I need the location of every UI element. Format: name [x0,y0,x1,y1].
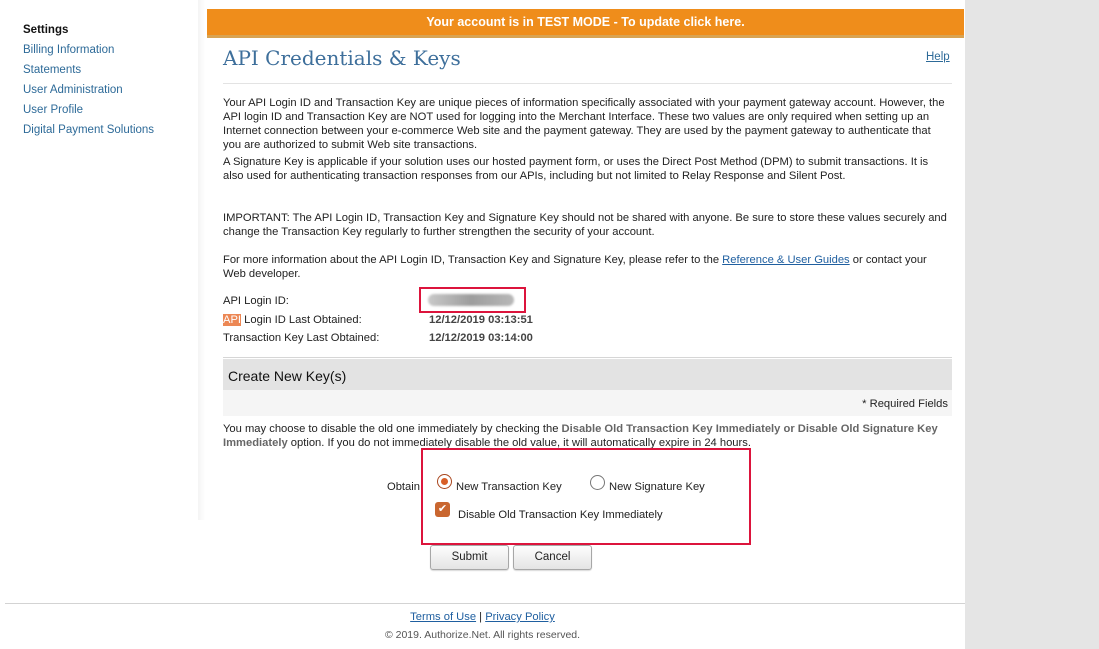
copyright: © 2019. Authorize.Net. All rights reserv… [384,629,581,641]
sidebar-title: Settings [23,24,69,36]
disable-info-pre: You may choose to disable the old one im… [223,423,562,435]
annotation-box-login-id [419,287,526,313]
footer-separator: | [479,611,483,623]
api-login-id-label: API Login ID: [223,295,289,307]
required-fields-band: * Required Fields [223,390,952,416]
footer-divider [5,603,965,604]
login-id-last-obtained-label: API Login ID Last Obtained: [223,314,362,326]
sidebar-item-user-profile[interactable]: User Profile [23,104,83,116]
cancel-button[interactable]: Cancel [513,545,592,570]
sidebar-divider [198,0,205,520]
section-divider [223,357,952,358]
page-container: Settings Billing Information Statements … [0,0,965,649]
sidebar-item-billing-information[interactable]: Billing Information [23,44,114,56]
footer-links: Terms of Use | Privacy Policy [0,611,965,623]
sidebar-item-statements[interactable]: Statements [23,64,81,76]
sidebar-item-user-administration[interactable]: User Administration [23,84,123,96]
title-divider [223,83,952,84]
annotation-box-options [421,448,751,545]
login-id-last-obtained-label-text: Login ID Last Obtained: [241,314,362,326]
page-title: API Credentials & Keys [223,46,461,70]
important-paragraph: IMPORTANT: The API Login ID, Transaction… [223,212,947,238]
disable-info-paragraph: You may choose to disable the old one im… [223,422,948,450]
sidebar: Settings Billing Information Statements … [0,0,200,520]
submit-button[interactable]: Submit [430,545,509,570]
sidebar-item-digital-payment-solutions[interactable]: Digital Payment Solutions [23,124,154,136]
signature-key-paragraph: A Signature Key is applicable if your so… [223,156,929,182]
create-new-keys-heading: Create New Key(s) [223,359,952,390]
login-id-last-obtained-value: 12/12/2019 03:13:51 [429,314,533,326]
help-link[interactable]: Help [926,51,950,63]
terms-of-use-link[interactable]: Terms of Use [410,611,476,623]
intro-paragraph: Your API Login ID and Transaction Key ar… [223,97,945,151]
reference-guides-link[interactable]: Reference & User Guides [722,254,849,266]
more-info-paragraph: For more information about the API Login… [223,253,948,281]
more-info-text-pre: For more information about the API Login… [223,254,723,266]
transaction-key-last-obtained-label: Transaction Key Last Obtained: [223,332,380,344]
transaction-key-last-obtained-value: 12/12/2019 03:14:00 [429,332,533,344]
required-fields-note: * Required Fields [862,398,948,410]
test-mode-banner[interactable]: Your account is in TEST MODE - To update… [207,9,964,38]
privacy-policy-link[interactable]: Privacy Policy [485,611,555,623]
selected-text-highlight: API [223,314,242,326]
obtain-label: Obtain: [387,481,424,493]
